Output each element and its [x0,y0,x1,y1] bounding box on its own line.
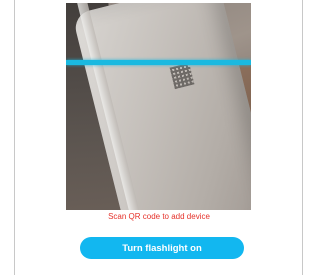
scan-line [66,60,251,65]
scan-hint: Scan QR code to add device [108,212,210,221]
frame-right-border [302,0,303,275]
flashlight-toggle-button[interactable]: Turn flashlight on [80,237,244,259]
camera-preview [66,3,251,210]
frame-left-border [14,0,15,275]
